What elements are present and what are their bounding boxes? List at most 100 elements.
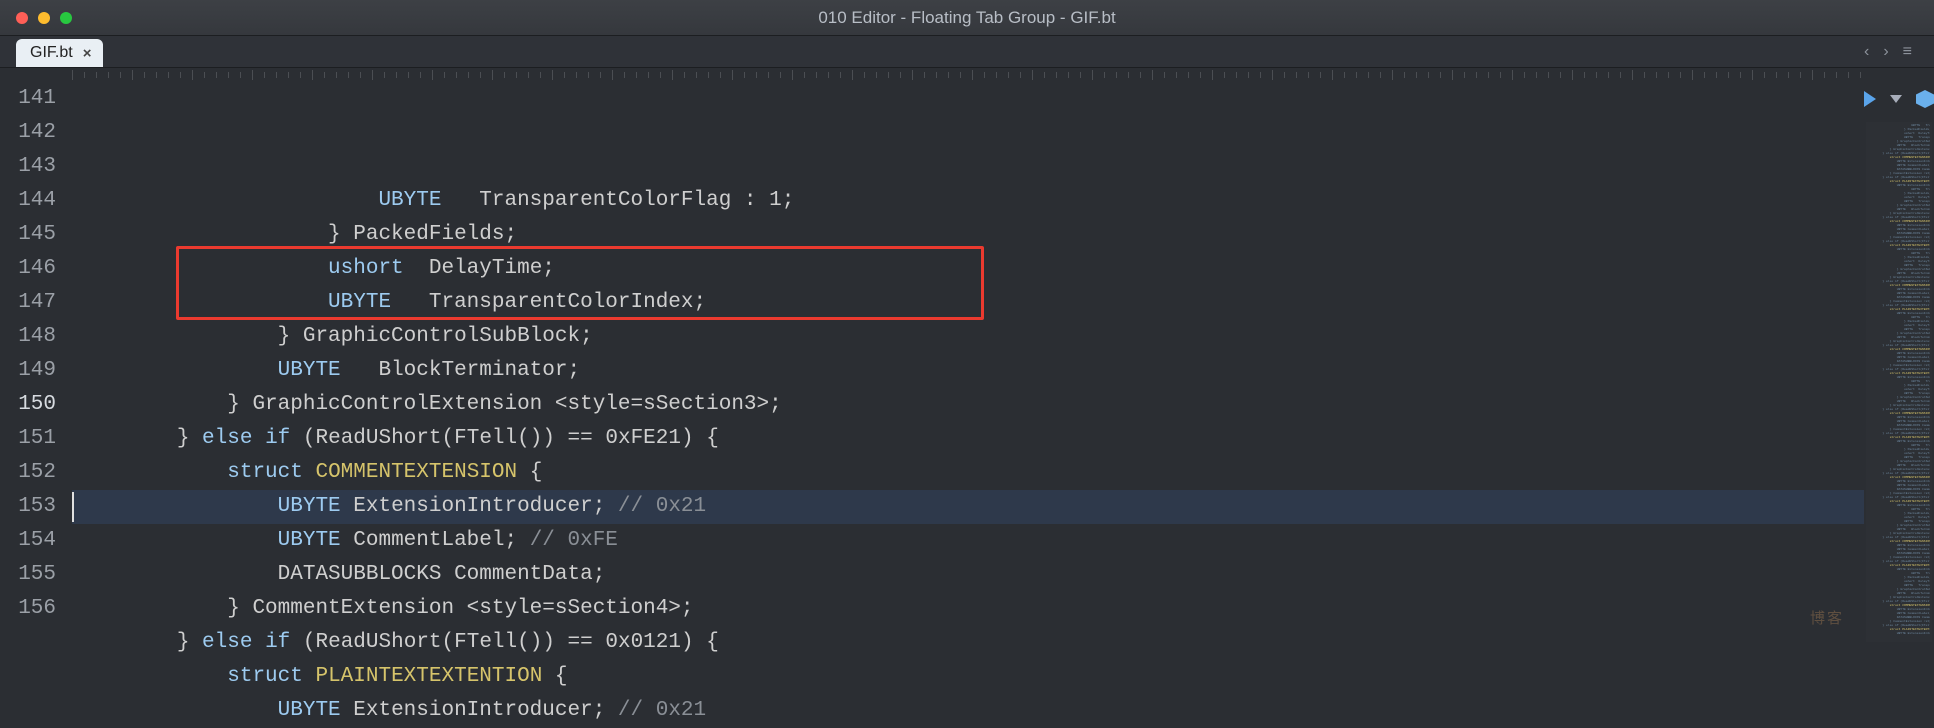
token-cm: // 0x21 (618, 699, 706, 722)
token-nm: } GraphicControlExtension <style=sSectio… (227, 393, 782, 416)
code-line[interactable]: UBYTE TransparentColorIndex; (72, 286, 1864, 320)
token-nm: 0xFE21 (605, 427, 681, 450)
token-nm: } PackedFields; (328, 223, 517, 246)
token-nm: } CommentExtension <style=sSection4>; (227, 597, 693, 620)
token-cm: // 0x21 (618, 495, 706, 518)
minimap[interactable]: UBYTE TransparentColorFlag : 1; } Packed… (1866, 122, 1932, 642)
line-number: 148 (0, 320, 72, 354)
token-nm (303, 665, 316, 688)
code-line[interactable]: } PackedFields; (72, 218, 1864, 252)
token-kw: UBYTE (278, 495, 341, 518)
maximize-window-button[interactable] (60, 12, 72, 24)
token-kw: UBYTE (278, 359, 341, 382)
play-icon[interactable] (1864, 91, 1876, 107)
token-nm: (ReadUShort(FTell()) == (290, 631, 605, 654)
token-kw: if (265, 631, 290, 654)
minimize-window-button[interactable] (38, 12, 50, 24)
right-toolbar (1864, 82, 1934, 116)
token-nm: ExtensionIntroducer; (341, 495, 618, 518)
token-kw: UBYTE (378, 189, 441, 212)
code-line[interactable]: } GraphicControlSubBlock; (72, 320, 1864, 354)
tab-fwd-icon[interactable]: › (1883, 43, 1888, 61)
editor-area: 1411421431441451461471481491501511521531… (0, 68, 1934, 642)
token-kw: UBYTE (328, 291, 391, 314)
code-line[interactable]: } GraphicControlExtension <style=sSectio… (72, 388, 1864, 422)
chevron-down-icon[interactable] (1890, 95, 1902, 103)
token-kw: struct (227, 461, 303, 484)
code-line[interactable]: ushort DelayTime; (72, 252, 1864, 286)
token-nm: ExtensionIntroducer; (341, 699, 618, 722)
token-kw: struct (227, 665, 303, 688)
token-nm: } (177, 427, 202, 450)
tab-nav-icons: ‹ › ≡ (1864, 43, 1912, 61)
watermark-text: 博客 (1810, 607, 1844, 628)
tab-gif-bt[interactable]: GIF.bt × (16, 39, 103, 67)
code-line[interactable]: } CommentExtension <style=sSection4>; (72, 592, 1864, 626)
token-nm: 1 (769, 189, 782, 212)
token-nm (252, 427, 265, 450)
token-nm: DelayTime; (404, 257, 555, 280)
line-number: 149 (0, 354, 72, 388)
token-fn: PLAINTEXTEXTENTION (315, 665, 542, 688)
token-nm: { (517, 461, 542, 484)
token-nm: CommentLabel; (341, 529, 530, 552)
cube-icon[interactable] (1916, 90, 1934, 108)
text-caret (72, 492, 74, 522)
code-line[interactable]: struct PLAINTEXTEXTENTION { (72, 660, 1864, 694)
token-kw: UBYTE (278, 529, 341, 552)
code-line[interactable]: UBYTE ExtensionIntroducer; // 0x21 (72, 694, 1864, 728)
close-tab-icon[interactable]: × (83, 45, 92, 62)
line-number: 144 (0, 184, 72, 218)
code-line[interactable]: } else if (ReadUShort(FTell()) == 0x0121… (72, 626, 1864, 660)
token-nm: TransparentColorFlag : (441, 189, 769, 212)
tab-shelf: GIF.bt × ‹ › ≡ (0, 36, 1934, 68)
line-number: 147 (0, 286, 72, 320)
token-kw: if (265, 427, 290, 450)
token-nm: { (542, 665, 567, 688)
line-number: 156 (0, 592, 72, 626)
token-nm (303, 461, 316, 484)
token-nm: BlockTerminator; (341, 359, 580, 382)
window-title: 010 Editor - Floating Tab Group - GIF.bt (818, 8, 1115, 28)
line-number: 150 (0, 388, 72, 422)
close-window-button[interactable] (16, 12, 28, 24)
line-number: 143 (0, 150, 72, 184)
line-number: 153 (0, 490, 72, 524)
code-line[interactable]: UBYTE CommentLabel; // 0xFE (72, 524, 1864, 558)
token-nm: } (177, 631, 202, 654)
line-number: 142 (0, 116, 72, 150)
window-titlebar: 010 Editor - Floating Tab Group - GIF.bt (0, 0, 1934, 36)
code-line[interactable]: struct COMMENTEXTENSION { (72, 456, 1864, 490)
code-line[interactable]: UBYTE BlockTerminator; (72, 354, 1864, 388)
token-nm (252, 631, 265, 654)
token-kw: else (202, 427, 252, 450)
code-line[interactable]: } else if (ReadUShort(FTell()) == 0xFE21… (72, 422, 1864, 456)
token-kw: ushort (328, 257, 404, 280)
token-nm: ) { (681, 427, 719, 450)
tab-back-icon[interactable]: ‹ (1864, 43, 1869, 61)
token-nm: DATASUBBLOCKS CommentData; (278, 563, 606, 586)
code-line[interactable]: DATASUBBLOCKS CommentData; (72, 558, 1864, 592)
token-nm: } GraphicControlSubBlock; (278, 325, 593, 348)
token-kw: else (202, 631, 252, 654)
tab-menu-icon[interactable]: ≡ (1903, 43, 1912, 61)
line-number-gutter: 1411421431441451461471481491501511521531… (0, 68, 72, 642)
line-number: 155 (0, 558, 72, 592)
line-number: 154 (0, 524, 72, 558)
line-number: 141 (0, 82, 72, 116)
token-nm: ; (782, 189, 795, 212)
token-kw: UBYTE (278, 699, 341, 722)
code-text-area[interactable]: UBYTE TransparentColorFlag : 1; } Packed… (72, 68, 1864, 642)
line-number: 152 (0, 456, 72, 490)
code-line[interactable]: UBYTE TransparentColorFlag : 1; (72, 184, 1864, 218)
code-line[interactable]: UBYTE ExtensionIntroducer; // 0x21 (72, 490, 1864, 524)
token-nm: 0x0121 (605, 631, 681, 654)
tab-label: GIF.bt (30, 44, 73, 62)
line-number: 145 (0, 218, 72, 252)
token-cm: // 0xFE (530, 529, 618, 552)
line-number: 151 (0, 422, 72, 456)
token-nm: (ReadUShort(FTell()) == (290, 427, 605, 450)
line-number: 146 (0, 252, 72, 286)
token-nm: ) { (681, 631, 719, 654)
right-column: UBYTE TransparentColorFlag : 1; } Packed… (1864, 68, 1934, 642)
